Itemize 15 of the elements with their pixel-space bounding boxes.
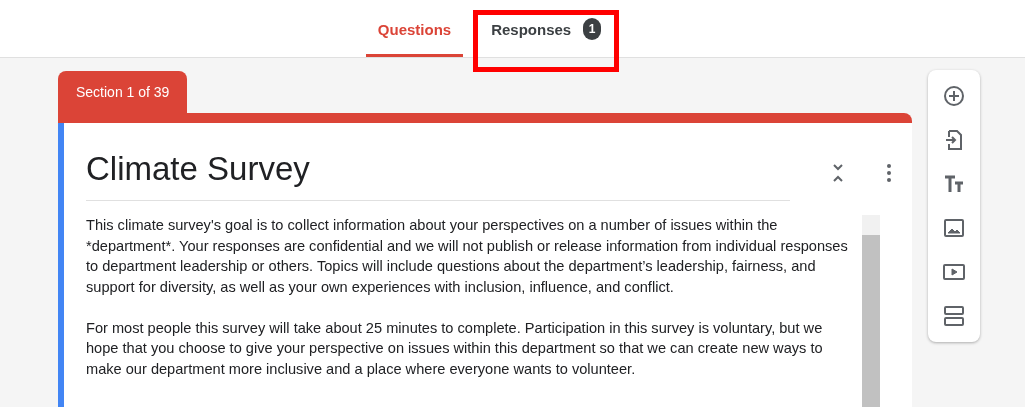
- image-icon: [942, 216, 966, 240]
- tab[interactable]: Questions: [365, 1, 464, 57]
- scrollbar[interactable]: [862, 215, 880, 407]
- count-badge: 1: [583, 18, 602, 40]
- section-icon: [942, 304, 966, 328]
- description-paragraph: This climate survey's goal is to collect information about your perspectives on a number of issues within the *department*. Your responses are confidential and we will not publish or release information from individual responses to department leadership or others. Topics will include questions about the department’s leadership, fairness, and support for diversity, as well as your own experiences with inclusion, influence, and conflict.: [86, 216, 849, 297]
- image-button[interactable]: [942, 216, 966, 240]
- form-title: Climate Survey: [86, 145, 790, 201]
- section-button[interactable]: [942, 304, 966, 328]
- more-vertical-icon: [886, 163, 892, 183]
- tab[interactable]: Responses 1: [479, 1, 614, 57]
- add-button[interactable]: [942, 84, 966, 108]
- add-icon: [942, 84, 966, 108]
- more-button[interactable]: [886, 163, 892, 183]
- description-paragraph: For most people this survey will take about 25 minutes to complete. Participation in this survey is voluntary, but we hope that you choose to give your perspective on issues within this department so that we can create new ways to make our department more inclusive and a place where everyone wants to volunteer.: [86, 318, 824, 379]
